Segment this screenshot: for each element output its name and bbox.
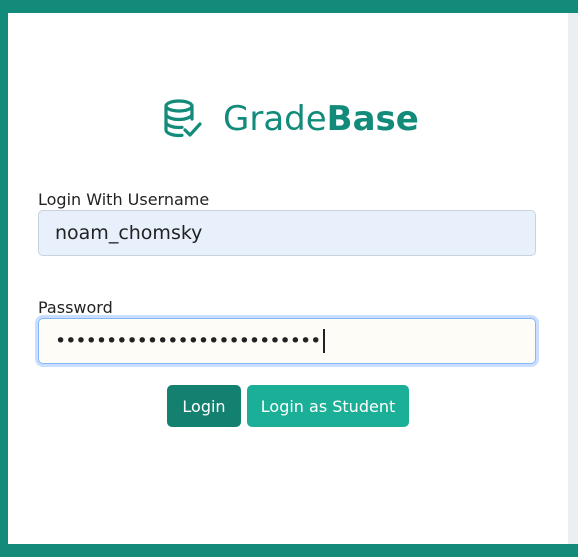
username-value: noam_chomsky [55, 222, 203, 244]
username-input[interactable]: noam_chomsky [38, 210, 536, 256]
password-input[interactable]: •••••••••••••••••••••••••• [38, 318, 536, 364]
username-label: Login With Username [38, 190, 210, 209]
login-as-student-button[interactable]: Login as Student [247, 385, 409, 427]
scrollbar-track[interactable] [568, 13, 578, 544]
password-masked-value: •••••••••••••••••••••••••• [55, 330, 321, 352]
brand-logo: GradeBase [163, 97, 419, 141]
database-check-icon [164, 99, 202, 138]
brand-name-bold: Base [326, 99, 419, 139]
login-button[interactable]: Login [167, 385, 241, 427]
brand-name-light: Grade [223, 99, 327, 139]
login-card: GradeBase Login With Username noam_choms… [8, 13, 568, 544]
text-caret [323, 329, 325, 353]
brand-name: GradeBase [223, 97, 419, 141]
password-label: Password [38, 298, 113, 317]
